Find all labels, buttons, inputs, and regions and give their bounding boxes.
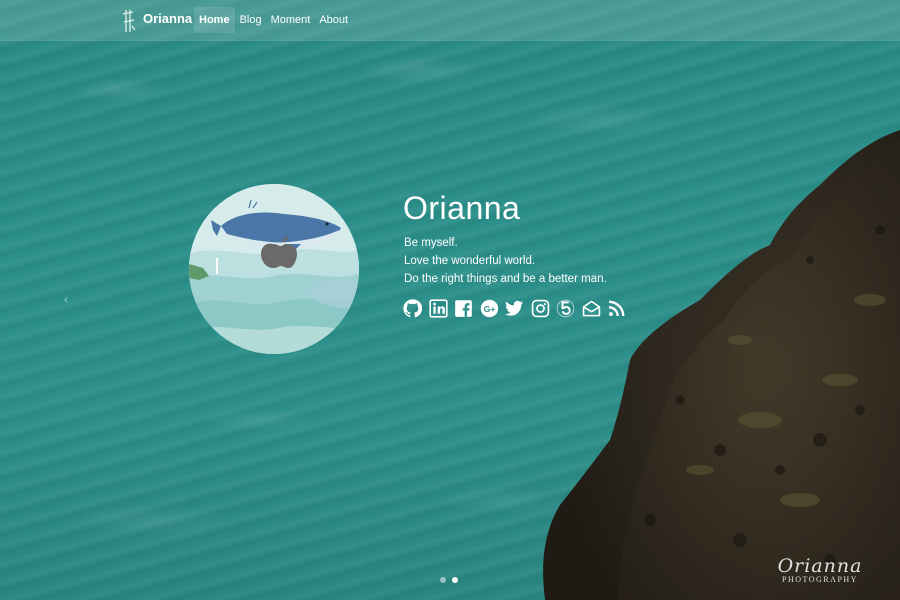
carousel-dot[interactable] bbox=[440, 577, 446, 583]
logo-icon[interactable] bbox=[121, 8, 137, 34]
carousel-indicators bbox=[440, 577, 464, 583]
photography-watermark: Orianna PHOTOGRAPHY bbox=[760, 556, 880, 584]
facebook-icon[interactable] bbox=[454, 299, 473, 318]
avatar bbox=[189, 184, 359, 354]
linkedin-icon[interactable] bbox=[428, 299, 448, 318]
bio-line: Be myself. bbox=[404, 237, 458, 249]
svg-text:G+: G+ bbox=[483, 304, 495, 314]
watermark-title: Orianna bbox=[777, 555, 863, 577]
rss-icon[interactable] bbox=[607, 299, 626, 318]
nav-link-home[interactable]: Home bbox=[194, 7, 235, 33]
twitter-icon[interactable] bbox=[505, 299, 524, 318]
nav-links: Home Blog Moment About bbox=[194, 6, 353, 34]
profile-bio: Be myself. Love the wonderful world. Do … bbox=[404, 234, 607, 288]
nav-link-about[interactable]: About bbox=[315, 7, 352, 33]
email-icon[interactable] bbox=[582, 299, 601, 318]
bio-line: Do the right things and be a better man. bbox=[404, 273, 607, 285]
nav-link-moment[interactable]: Moment bbox=[267, 7, 315, 33]
top-navbar: Orianna Home Blog Moment About bbox=[0, 0, 900, 41]
hero-slide: Orianna Home Blog Moment About ‹ Orianna… bbox=[0, 0, 900, 600]
bio-line: Love the wonderful world. bbox=[404, 255, 536, 267]
social-links: G+ bbox=[403, 299, 633, 318]
profile-name: Orianna bbox=[403, 190, 521, 226]
github-icon[interactable] bbox=[403, 299, 422, 318]
brand-link[interactable]: Orianna bbox=[143, 11, 192, 26]
nav-link-blog[interactable]: Blog bbox=[236, 7, 266, 33]
500px-icon[interactable] bbox=[556, 299, 575, 318]
google-plus-icon[interactable]: G+ bbox=[480, 299, 499, 318]
carousel-dot-active[interactable] bbox=[452, 577, 458, 583]
whale-illustration bbox=[189, 184, 359, 354]
instagram-icon[interactable] bbox=[531, 299, 550, 318]
carousel-prev-arrow[interactable]: ‹ bbox=[64, 292, 68, 306]
